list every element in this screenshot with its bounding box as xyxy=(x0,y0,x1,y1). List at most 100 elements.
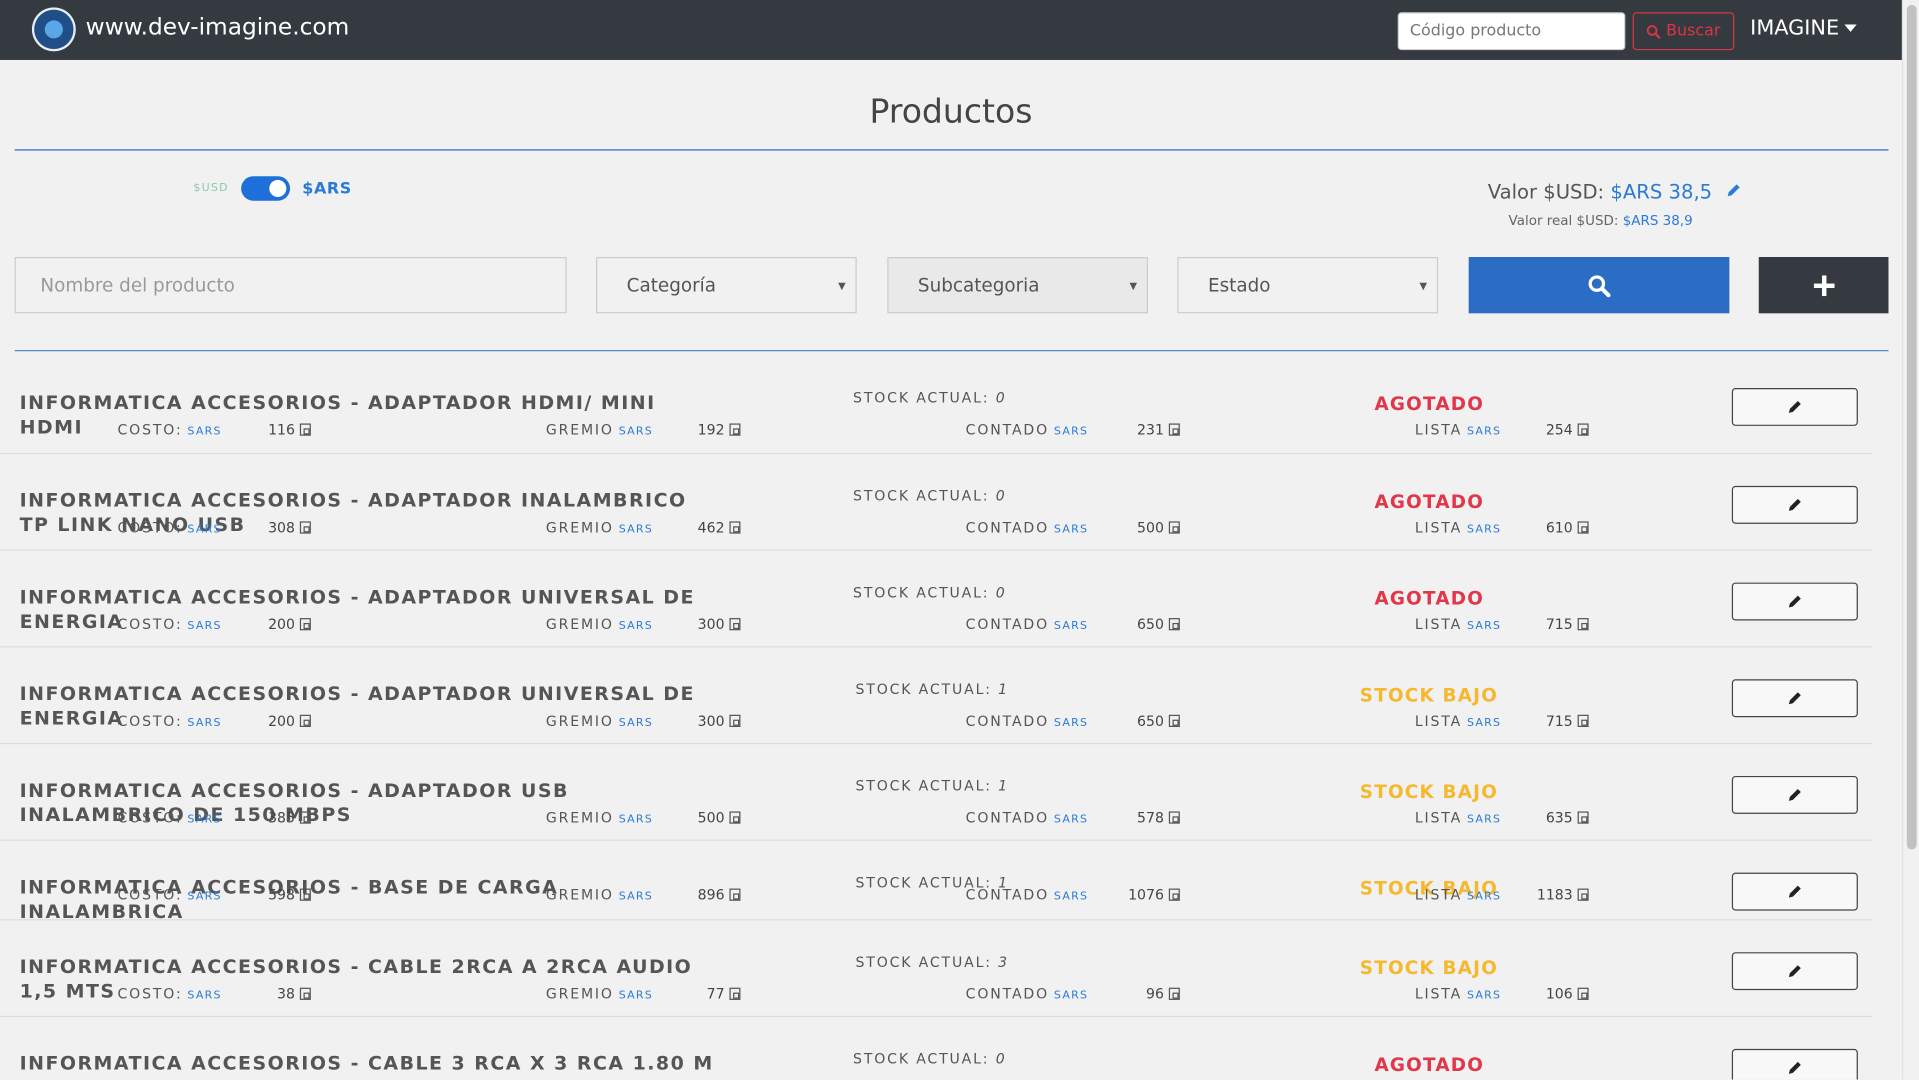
gremio-label-text: GREMIO xyxy=(545,985,614,1003)
stock-current: STOCK ACTUAL: 0 xyxy=(853,389,1006,406)
cost-label: COSTO: SARS xyxy=(117,421,221,438)
currency-tag: SARS xyxy=(1466,990,1502,1003)
toggle-knob xyxy=(269,179,287,198)
lista-label: LISTA SARS xyxy=(1415,712,1501,729)
contado-value: 650 xyxy=(1137,616,1180,633)
currency-tag: SARS xyxy=(618,717,654,730)
cost-value: 116 xyxy=(268,421,311,438)
search-button[interactable]: Buscar xyxy=(1632,12,1735,51)
lista-amount: 1183 xyxy=(1536,886,1573,904)
edit-product-button[interactable] xyxy=(1731,1048,1858,1080)
document-icon xyxy=(1168,618,1180,631)
contado-label: CONTADO SARS xyxy=(966,519,1089,536)
search-button-label: Buscar xyxy=(1666,22,1721,41)
edit-product-button[interactable] xyxy=(1731,679,1858,718)
cost-value: 308 xyxy=(268,519,311,536)
document-icon xyxy=(299,888,311,901)
edit-product-button[interactable] xyxy=(1731,872,1858,911)
document-icon xyxy=(1168,423,1180,436)
edit-product-button[interactable] xyxy=(1731,952,1858,991)
brand-logo-icon[interactable] xyxy=(31,7,76,52)
gremio-label: GREMIO SARS xyxy=(546,886,653,903)
filter-search-button[interactable] xyxy=(1468,257,1730,314)
cost-value: 598 xyxy=(268,886,311,903)
subcategory-select-value: Subcategoria xyxy=(917,274,1040,297)
currency-tag: SARS xyxy=(187,425,222,439)
stock-status-badge: AGOTADO xyxy=(1374,1053,1485,1076)
cost-amount: 385 xyxy=(268,808,295,827)
stock-status-badge: STOCK BAJO xyxy=(1359,957,1499,980)
pencil-icon xyxy=(1788,965,1801,978)
currency-tag: SARS xyxy=(618,425,654,439)
chevron-down-icon xyxy=(1844,24,1857,32)
currency-tag: SARS xyxy=(1466,813,1502,827)
currency-toggle-usd-label: $USD xyxy=(193,182,229,195)
document-icon xyxy=(299,618,311,631)
stock-label: STOCK ACTUAL: xyxy=(855,953,992,971)
brand-link[interactable]: www.dev-imagine.com xyxy=(86,13,350,40)
cost-label-text: COSTO: xyxy=(117,615,183,633)
cost-value: 38 xyxy=(277,985,311,1002)
scrollbar-thumb[interactable] xyxy=(1906,4,1917,850)
cost-label-text: COSTO: xyxy=(117,518,183,537)
stock-label: STOCK ACTUAL: xyxy=(853,583,990,601)
lista-value: 254 xyxy=(1546,421,1589,438)
gremio-amount: 462 xyxy=(697,518,725,537)
stock-label: STOCK ACTUAL: xyxy=(855,680,992,698)
contado-label-text: CONTADO xyxy=(965,712,1049,730)
document-icon xyxy=(1168,521,1180,534)
stock-value: 0 xyxy=(995,583,1007,601)
gremio-label: GREMIO SARS xyxy=(546,712,653,729)
product-row: INFORMATICA ACCESORIOS - ADAPTADOR USB I… xyxy=(0,744,1873,841)
pencil-icon xyxy=(1788,400,1801,413)
contado-label-text: CONTADO xyxy=(965,615,1049,633)
cost-amount: 200 xyxy=(268,712,295,730)
status-select[interactable]: Estado ▼ xyxy=(1177,257,1439,314)
edit-rate-icon[interactable] xyxy=(1726,181,1742,203)
contado-value: 500 xyxy=(1137,519,1180,536)
page-scrollbar[interactable] xyxy=(1901,0,1919,1080)
title-divider xyxy=(14,149,1889,151)
gremio-value: 300 xyxy=(698,616,741,633)
currency-toggle-switch[interactable] xyxy=(241,176,291,201)
cost-label: COSTO: SARS xyxy=(117,616,221,633)
edit-product-button[interactable] xyxy=(1731,582,1858,621)
document-icon xyxy=(729,423,741,436)
currency-tag: SARS xyxy=(1053,990,1089,1003)
stock-value: 0 xyxy=(995,389,1007,407)
gremio-label-text: GREMIO xyxy=(545,518,614,537)
user-menu-dropdown[interactable]: IMAGINE xyxy=(1750,15,1857,41)
lista-label: LISTA SARS xyxy=(1415,421,1501,438)
contado-amount: 650 xyxy=(1137,712,1164,730)
edit-product-button[interactable] xyxy=(1731,387,1858,426)
currency-tag: SARS xyxy=(187,813,222,827)
add-product-button[interactable] xyxy=(1758,257,1889,314)
document-icon xyxy=(299,714,311,727)
cost-label-text: COSTO: xyxy=(117,712,183,730)
gremio-amount: 500 xyxy=(697,808,725,827)
product-row: INFORMATICA ACCESORIOS - ADAPTADOR UNIVE… xyxy=(0,647,1873,745)
subcategory-select[interactable]: Subcategoria ▼ xyxy=(887,257,1149,314)
category-select[interactable]: Categoría ▼ xyxy=(596,257,857,314)
gremio-label-text: GREMIO xyxy=(545,886,614,904)
product-name-filter-input[interactable] xyxy=(14,257,567,314)
chevron-down-icon: ▼ xyxy=(838,279,846,291)
user-menu-label: IMAGINE xyxy=(1750,15,1840,41)
usd-real-rate: Valor real $USD: $ARS 38,9 xyxy=(1509,213,1693,229)
cost-label: COSTO: SARS xyxy=(117,886,221,903)
document-icon xyxy=(1577,987,1589,1000)
product-row: INFORMATICA ACCESORIOS - CABLE 2RCA A 2R… xyxy=(0,920,1873,1018)
contado-label-text: CONTADO xyxy=(965,518,1049,537)
edit-product-button[interactable] xyxy=(1731,485,1858,524)
contado-label-text: CONTADO xyxy=(965,985,1049,1003)
currency-tag: SARS xyxy=(187,523,222,537)
edit-product-button[interactable] xyxy=(1731,775,1858,814)
usd-rate-value: $ARS 38,5 xyxy=(1610,179,1713,204)
gremio-amount: 896 xyxy=(697,886,725,904)
product-code-search-input[interactable] xyxy=(1397,12,1626,51)
currency-toggle[interactable]: $USD $ARS xyxy=(193,176,351,201)
usd-rate: Valor $USD: $ARS 38,5 xyxy=(1488,180,1742,203)
gremio-label: GREMIO SARS xyxy=(546,985,653,1002)
currency-tag: SARS xyxy=(1053,717,1089,730)
cost-label-text: COSTO: xyxy=(117,886,183,904)
